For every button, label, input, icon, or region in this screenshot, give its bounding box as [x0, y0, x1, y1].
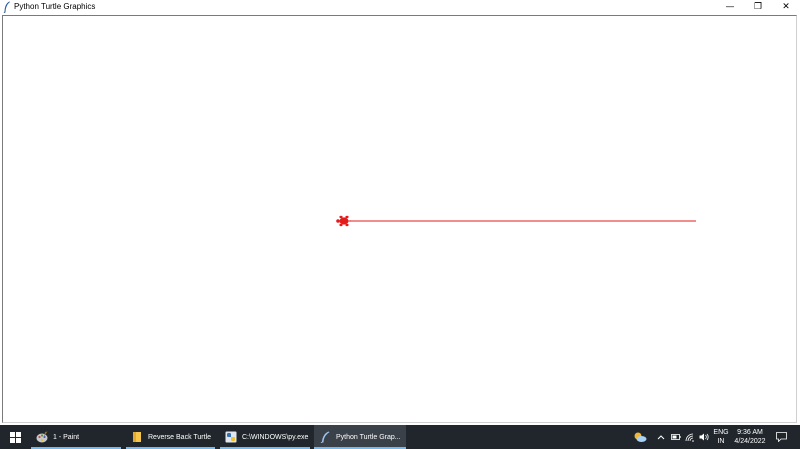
taskbar-item-folder[interactable]: Reverse Back Turtle: [126, 425, 215, 449]
clock-button[interactable]: 9:36 AM 4/24/2022: [732, 425, 768, 449]
close-icon: ✕: [782, 2, 790, 12]
python-feather-icon: [320, 431, 330, 443]
taskbar-item-label: C:\WINDOWS\py.exe: [242, 433, 309, 441]
turtle-icon: [336, 215, 351, 227]
title-bar[interactable]: Python Turtle Graphics — ❐ ✕: [0, 0, 800, 14]
paint-icon: [36, 431, 48, 443]
clock-time: 9:36 AM: [737, 429, 763, 436]
python-feather-icon: [3, 1, 10, 13]
taskbar-item-python-console[interactable]: C:\WINDOWS\py.exe: [220, 425, 310, 449]
maximize-button[interactable]: ❐: [744, 0, 772, 14]
turtle-drawing: [336, 215, 696, 227]
taskbar-item-label: Reverse Back Turtle: [148, 433, 212, 441]
taskbar-item-label: 1 - Paint: [53, 433, 80, 441]
language-code: ENG: [713, 429, 729, 436]
minimize-button[interactable]: —: [716, 0, 744, 14]
taskbar: 1 - Paint Reverse Back Turtle C:\WINDOWS…: [0, 425, 800, 449]
restore-icon: ❐: [753, 2, 763, 12]
clock-date: 4/24/2022: [734, 438, 766, 445]
region-code: IN: [717, 438, 725, 445]
input-language-button[interactable]: ENG IN: [711, 425, 731, 449]
taskbar-item-turtle-graphics[interactable]: Python Turtle Grap...: [314, 425, 406, 449]
notification-icon: [775, 432, 787, 442]
close-button[interactable]: ✕: [772, 0, 800, 14]
volume-button[interactable]: [697, 425, 711, 449]
chevron-up-icon: [657, 435, 665, 440]
battery-button[interactable]: [669, 425, 683, 449]
show-hidden-icons-button[interactable]: [654, 425, 668, 449]
start-button[interactable]: [0, 425, 30, 449]
windows-logo-icon: [9, 431, 21, 443]
taskbar-item-paint[interactable]: 1 - Paint: [31, 425, 121, 449]
wifi-icon: [685, 433, 694, 442]
taskbar-item-label: Python Turtle Grap...: [336, 433, 401, 441]
turtle-window: Python Turtle Graphics — ❐ ✕: [0, 0, 800, 425]
battery-icon: [671, 434, 681, 440]
speaker-icon: [699, 433, 709, 441]
action-center-button[interactable]: [772, 425, 790, 449]
turtle-canvas[interactable]: [2, 15, 797, 423]
weather-button[interactable]: [630, 425, 650, 449]
folder-icon: [133, 432, 141, 442]
weather-icon: [634, 432, 647, 442]
minimize-icon: —: [725, 2, 735, 12]
python-console-icon: [225, 431, 237, 443]
network-button[interactable]: [683, 425, 697, 449]
window-title: Python Turtle Graphics: [14, 2, 96, 11]
